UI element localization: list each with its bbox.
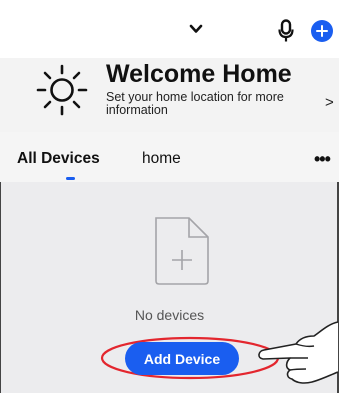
pointing-hand-icon [258, 321, 339, 384]
chevron-down-icon[interactable] [189, 22, 203, 40]
tab-home[interactable]: home [142, 150, 181, 168]
microphone-icon[interactable] [278, 19, 294, 48]
add-device-button[interactable]: Add Device [125, 342, 239, 375]
more-options-icon[interactable]: ••• [314, 149, 331, 170]
add-file-icon [151, 215, 213, 292]
add-button-plus-icon[interactable] [311, 20, 333, 42]
chevron-right-icon[interactable]: > [325, 94, 334, 111]
welcome-subtitle: Set your home location for more informat… [106, 90, 284, 117]
device-tabs: All Devices home ••• [0, 132, 339, 182]
sun-icon [34, 62, 90, 123]
welcome-title: Welcome Home [106, 60, 292, 88]
active-tab-indicator [66, 177, 75, 180]
top-bar [0, 0, 339, 58]
welcome-card[interactable]: Welcome Home Set your home location for … [0, 58, 339, 132]
tab-all-devices[interactable]: All Devices [17, 150, 100, 168]
